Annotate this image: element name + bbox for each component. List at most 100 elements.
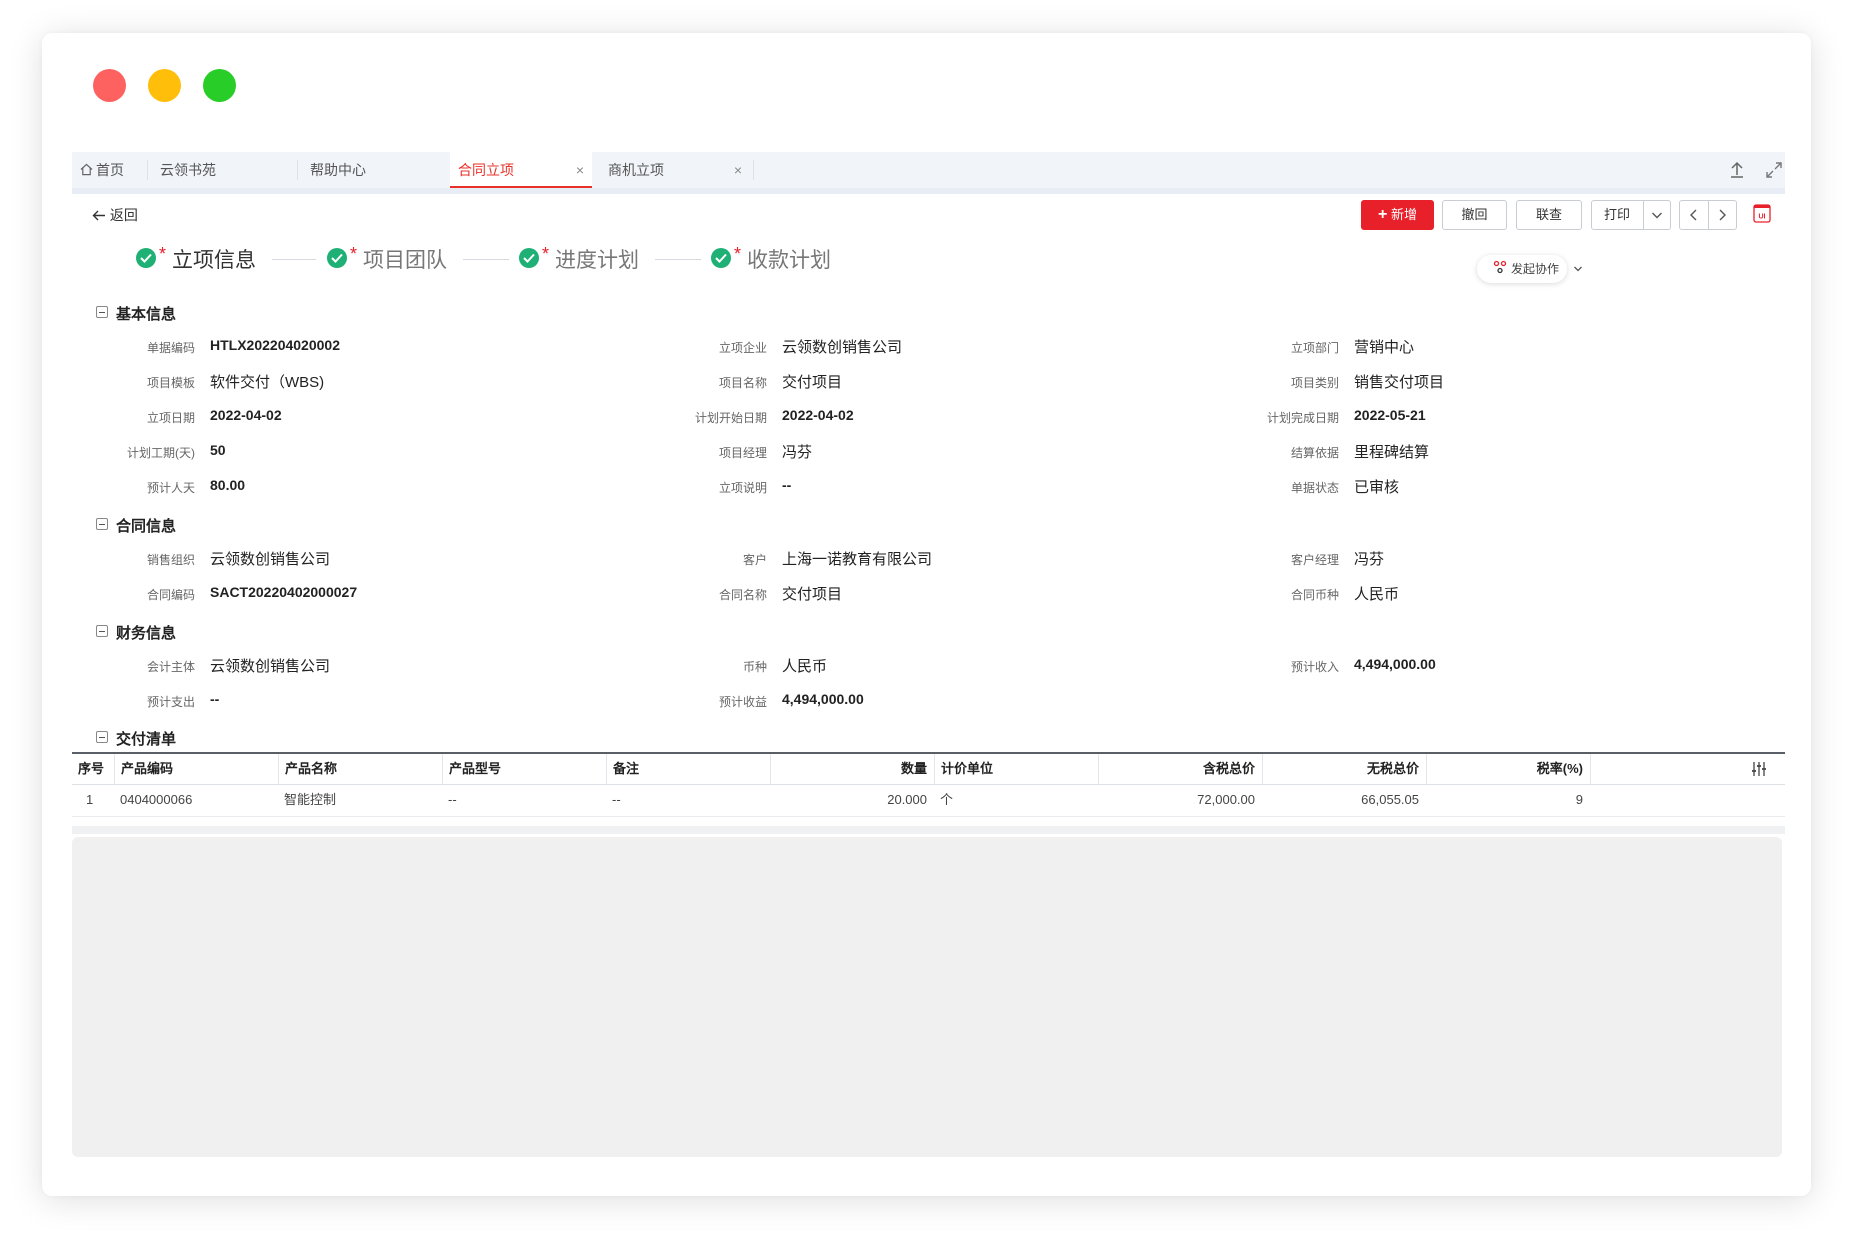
field-value: 云领数创销售公司 — [210, 551, 331, 568]
field-value: 2022-05-21 — [1354, 407, 1426, 423]
field-label: 计划完成日期 — [1266, 411, 1339, 425]
field-value: 冯芬 — [1354, 551, 1385, 568]
section-title: 交付清单 — [116, 731, 177, 748]
column-header[interactable]: 数量 — [770, 754, 933, 784]
tab-help-center[interactable]: 帮助中心 — [302, 152, 442, 188]
collapse-icon[interactable] — [96, 306, 108, 318]
table-row[interactable]: 1 0404000066 智能控制 -- -- 20.000 个 72,000.… — [72, 785, 1785, 817]
table-cell: 9 — [1575, 792, 1583, 807]
window-close-dot[interactable] — [93, 69, 126, 102]
field-value: 50 — [210, 442, 226, 458]
chevron-down-icon — [1573, 255, 1583, 293]
withdraw-button[interactable]: 撤回 — [1442, 200, 1507, 230]
field-value: HTLX202204020002 — [210, 337, 340, 353]
print-button[interactable]: 打印 — [1591, 200, 1671, 230]
close-icon[interactable]: × — [734, 152, 742, 188]
column-header[interactable]: 无税总价 — [1262, 754, 1425, 784]
field-label: 预计收入 — [1290, 660, 1339, 674]
table-footer-strip — [72, 826, 1785, 834]
tab-home[interactable]: 首页 — [72, 152, 144, 188]
chevron-left-icon[interactable] — [1680, 201, 1709, 229]
window-minimize-dot[interactable] — [148, 69, 181, 102]
tab-divider — [297, 160, 298, 180]
field-label: 客户经理 — [1290, 553, 1339, 567]
field-value: -- — [782, 477, 792, 493]
app-window: 首页 云领书苑 帮助中心 合同立项 × 商机立项 × 返回 + 新增 撤回 联查… — [42, 33, 1811, 1196]
table-cell: 20.000 — [887, 792, 927, 807]
column-settings-icon[interactable] — [1751, 761, 1767, 782]
pager-group — [1679, 200, 1737, 230]
column-header[interactable]: 产品型号 — [442, 754, 605, 784]
tab-label: 合同立项 — [458, 162, 514, 178]
window-maximize-dot[interactable] — [203, 69, 236, 102]
tab-divider — [753, 160, 754, 180]
new-button[interactable]: + 新增 — [1361, 200, 1434, 230]
table-cell: 智能控制 — [284, 792, 337, 807]
field-label: 项目模板 — [146, 376, 195, 390]
chevron-down-icon[interactable] — [1643, 201, 1670, 229]
field-label: 预计人天 — [146, 481, 195, 495]
chevron-right-icon[interactable] — [1708, 201, 1736, 229]
collab-icon — [1493, 256, 1507, 284]
table-cell: 1 — [86, 792, 94, 807]
field-value: 交付项目 — [782, 374, 843, 391]
collapse-icon[interactable] — [96, 518, 108, 530]
empty-content-area — [72, 837, 1782, 1157]
expand-icon[interactable] — [1762, 158, 1786, 182]
column-header[interactable]: 序号 — [72, 754, 112, 784]
back-link[interactable]: 返回 — [92, 205, 138, 225]
section-title: 基本信息 — [116, 306, 177, 323]
field-label: 预计收益 — [718, 695, 767, 709]
start-collaboration-button[interactable]: 发起协作 — [1477, 255, 1582, 284]
table-cell: 0404000066 — [120, 792, 193, 807]
check-circle-icon — [327, 248, 347, 268]
column-header[interactable]: 税率(%) — [1426, 754, 1589, 784]
column-header[interactable]: 计价单位 — [934, 754, 1097, 784]
field-value: 软件交付（WBS) — [210, 374, 325, 391]
column-header[interactable]: 产品编码 — [114, 754, 277, 784]
column-header[interactable]: 含税总价 — [1098, 754, 1261, 784]
table-cell: 72,000.00 — [1197, 792, 1255, 807]
field-label: 项目经理 — [718, 446, 767, 460]
link-query-button[interactable]: 联查 — [1516, 200, 1582, 230]
step-connector — [272, 259, 316, 260]
field-label: 销售组织 — [146, 553, 195, 567]
close-icon[interactable]: × — [576, 152, 584, 188]
link-query-button-label: 联查 — [1535, 207, 1562, 222]
required-mark: * — [734, 244, 742, 264]
check-circle-icon — [136, 248, 156, 268]
field-label: 计划开始日期 — [694, 411, 767, 425]
field-value: 云领数创销售公司 — [210, 658, 331, 675]
field-label: 合同币种 — [1290, 588, 1339, 602]
tab-label: 首页 — [96, 162, 124, 178]
field-label: 立项日期 — [146, 411, 195, 425]
column-header[interactable]: 备注 — [606, 754, 769, 784]
field-value: 人民币 — [1354, 586, 1400, 603]
tab-opportunity-project[interactable]: 商机立项 × — [600, 152, 750, 188]
field-value: 销售交付项目 — [1354, 374, 1445, 391]
field-value: 2022-04-02 — [782, 407, 854, 423]
new-button-label: 新增 — [1390, 207, 1417, 222]
field-value: 已审核 — [1354, 479, 1400, 496]
tab-label: 帮助中心 — [310, 162, 366, 178]
field-value: 上海一诺教育有限公司 — [782, 551, 933, 568]
ui-settings-icon[interactable]: UI — [1753, 203, 1771, 228]
collapse-icon[interactable] — [96, 731, 108, 743]
check-circle-icon — [711, 248, 731, 268]
tab-contract-project[interactable]: 合同立项 × — [450, 152, 592, 188]
field-value: 营销中心 — [1354, 339, 1415, 356]
section-title: 合同信息 — [116, 518, 177, 535]
tab-yunling-library[interactable]: 云领书苑 — [152, 152, 292, 188]
field-label: 客户 — [742, 553, 767, 567]
required-mark: * — [350, 244, 358, 264]
field-value: 4,494,000.00 — [782, 691, 864, 707]
upload-icon[interactable] — [1725, 158, 1749, 182]
column-header[interactable]: 产品名称 — [278, 754, 441, 784]
svg-text:UI: UI — [1759, 214, 1766, 221]
collapse-icon[interactable] — [96, 625, 108, 637]
field-label: 立项部门 — [1290, 341, 1339, 355]
field-value: 4,494,000.00 — [1354, 656, 1436, 672]
plus-icon: + — [1378, 206, 1388, 223]
check-circle-icon — [519, 248, 539, 268]
arrow-left-icon — [92, 207, 110, 223]
